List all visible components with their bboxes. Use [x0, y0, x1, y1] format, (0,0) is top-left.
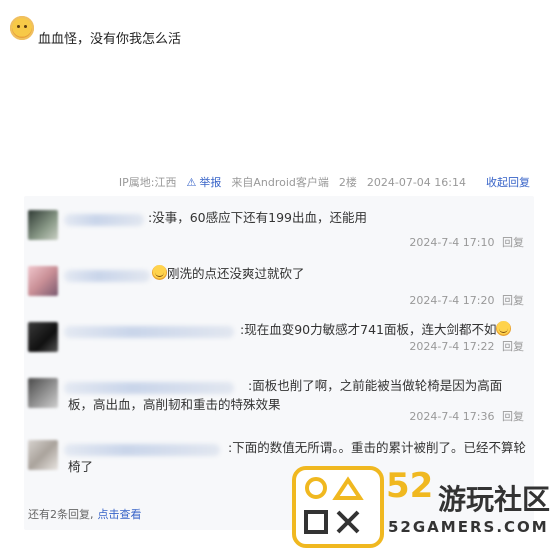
reply-content: :没事，60感应下还有199出血，还能用 [148, 210, 367, 225]
reply-time: 2024-7-4 17:10 [409, 236, 495, 249]
floor-number: 2楼 [338, 176, 357, 189]
reply-meta: 2024-7-4 17:10 回复 [409, 234, 524, 250]
smiley-emoji-icon [152, 265, 167, 280]
gamepad-logo-icon [292, 466, 384, 548]
post-author-avatar-row [10, 14, 34, 42]
reply-button[interactable]: 回复 [502, 294, 524, 307]
reply-item: :没事，60感应下还有199出血，还能用 2024-7-4 17:10 回复 [24, 196, 534, 252]
avatar[interactable] [28, 322, 58, 352]
reply-item: 刚洗的点还没爽过就砍了 2024-7-4 17:20 回复 [24, 252, 534, 308]
reply-username[interactable] [64, 214, 144, 226]
more-replies: 还有2条回复, 点击查看 [28, 506, 142, 522]
reply-time: 2024-7-4 17:22 [409, 340, 495, 353]
post-content: 血血怪，没有你我怎么活 [38, 32, 182, 47]
ip-location: IP属地:江西 [118, 176, 177, 189]
reply-meta: 2024-7-4 17:36 回复 [409, 408, 524, 424]
report-button[interactable]: ⚠ 举报 [186, 174, 221, 190]
report-label: 举报 [199, 176, 222, 189]
reply-meta: 2024-7-4 17:22 回复 [409, 338, 524, 354]
post-time: 2024-07-04 16:14 [366, 175, 466, 189]
reply-item: :面板也削了啊，之前能被当做轮椅是因为高面板，高出血，高削韧和重击的特殊效果 2… [24, 364, 534, 426]
reply-button[interactable]: 回复 [502, 410, 524, 423]
watermark-number: 52 [386, 466, 434, 506]
reply-meta: 2024-7-4 17:20 回复 [409, 292, 524, 308]
reply-time: 2024-7-4 17:36 [409, 410, 495, 423]
watermark-url: 52GAMERS.COM [388, 518, 549, 536]
warning-icon: ⚠ [186, 175, 197, 189]
site-watermark: 52 游玩社区 52GAMERS.COM [292, 466, 550, 548]
reply-content: :现在血变90力敏感才741面板，连大剑都不如 [240, 320, 540, 339]
post-meta: IP属地:江西 ⚠ 举报 来自Android客户端 2楼 2024-07-04 … [0, 174, 530, 190]
watermark-brand: 游玩社区 [438, 483, 550, 516]
reply-button[interactable]: 回复 [502, 340, 524, 353]
avatar[interactable] [28, 266, 58, 296]
smiley-emoji-icon [496, 321, 512, 336]
more-replies-count: 还有2条回复, [28, 508, 94, 521]
view-more-link[interactable]: 点击查看 [98, 508, 142, 521]
reply-username[interactable] [64, 326, 234, 338]
avatar[interactable] [28, 378, 58, 408]
reply-time: 2024-7-4 17:20 [409, 294, 495, 307]
avatar[interactable] [28, 210, 58, 240]
client-source: 来自Android客户端 [231, 176, 329, 189]
avatar[interactable] [28, 440, 58, 470]
reply-content: 刚洗的点还没爽过就砍了 [152, 264, 442, 283]
reply-username[interactable] [64, 270, 150, 282]
collapse-replies-button[interactable]: 收起回复 [486, 174, 530, 190]
reply-button[interactable]: 回复 [502, 236, 524, 249]
reply-item: :现在血变90力敏感才741面板，连大剑都不如 2024-7-4 17:22 回… [24, 308, 534, 364]
smiley-avatar-icon[interactable] [10, 16, 34, 40]
